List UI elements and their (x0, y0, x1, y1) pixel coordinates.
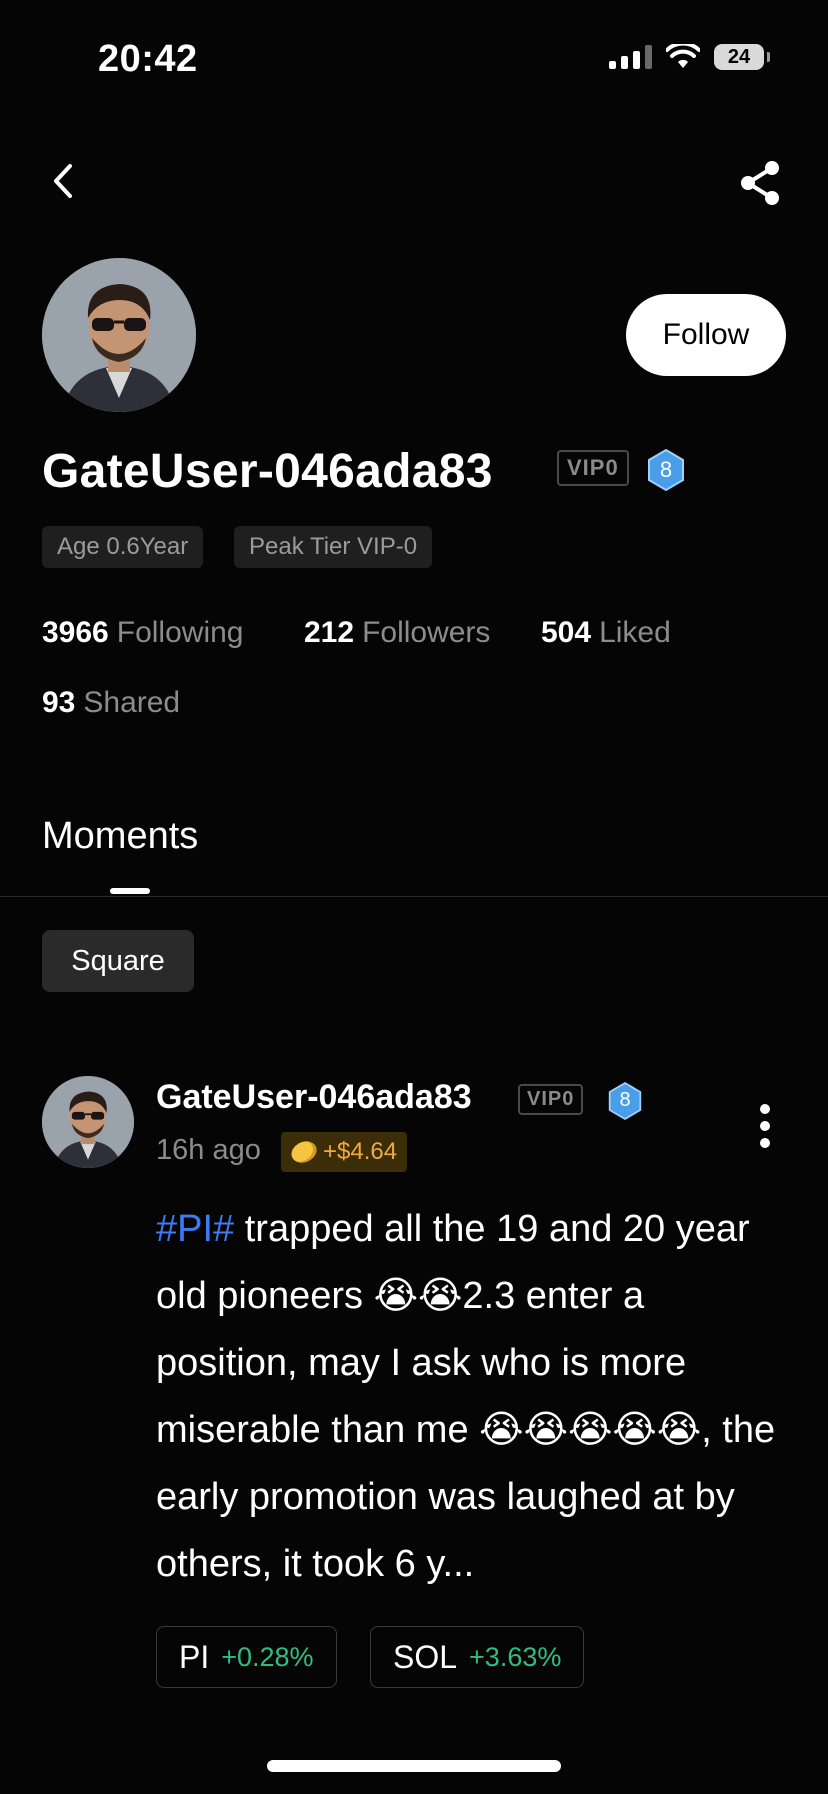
post-time-ago: 16h ago (156, 1134, 261, 1166)
crying-emoji: 😭 (373, 1275, 418, 1317)
shared-label: Shared (83, 686, 181, 719)
post-level-badge: 8 (607, 1081, 643, 1121)
following-stat[interactable]: 3966 Following (42, 616, 243, 650)
post-hashtag[interactable]: #PI# (156, 1208, 234, 1250)
more-options-button[interactable] (760, 1104, 772, 1148)
crying-emoji: 😭 (656, 1409, 702, 1451)
back-button[interactable] (40, 156, 84, 206)
liked-stat: 504 Liked (541, 616, 671, 650)
follow-button[interactable]: Follow (626, 294, 786, 376)
liked-label: Liked (599, 616, 671, 649)
coin-symbol: PI (179, 1638, 210, 1675)
status-time: 20:42 (98, 38, 198, 80)
share-button[interactable] (736, 158, 784, 208)
level-number: 8 (659, 457, 673, 482)
shared-stat: 93 Shared (42, 686, 180, 720)
peak-tier-tag: Peak Tier VIP-0 (234, 526, 433, 568)
post-body-text[interactable]: #PI# trapped all the 19 and 20 year old … (156, 1196, 796, 1598)
home-indicator[interactable] (267, 1760, 561, 1772)
coin-icon (287, 1137, 321, 1167)
chevron-left-icon (54, 164, 72, 198)
post-author-name[interactable]: GateUser-046ada83 (156, 1078, 472, 1117)
wifi-icon (666, 44, 700, 68)
coin-chip-sol[interactable]: SOL +3.63% (370, 1626, 585, 1688)
liked-count: 504 (541, 616, 592, 649)
square-filter-chip[interactable]: Square (42, 930, 194, 992)
tab-moments[interactable]: Moments (42, 815, 198, 858)
following-count: 3966 (42, 616, 109, 649)
more-dot-icon (760, 1121, 770, 1131)
level-badge: 8 (646, 448, 686, 492)
tab-divider (0, 896, 828, 897)
crying-emoji: 😭 (479, 1409, 524, 1451)
status-icons: 24 (609, 44, 770, 70)
post-level-number: 8 (619, 1089, 631, 1111)
profile-username: GateUser-046ada83 (42, 445, 493, 498)
crying-emoji: 😭 (523, 1409, 568, 1451)
post-author-avatar[interactable] (42, 1076, 134, 1168)
avatar (42, 258, 196, 412)
battery-icon: 24 (714, 44, 770, 70)
more-dot-icon (760, 1104, 770, 1114)
coin-change: +0.28% (221, 1641, 314, 1672)
coin-chip-pi[interactable]: PI +0.28% (156, 1626, 337, 1688)
shared-count: 93 (42, 686, 76, 719)
earnings-amount: +$4.64 (323, 1138, 398, 1165)
crying-emoji: 😭 (567, 1409, 613, 1451)
crying-emoji: 😭 (418, 1275, 463, 1317)
age-tag: Age 0.6Year (42, 526, 204, 568)
crying-emoji: 😭 (612, 1409, 657, 1451)
followers-stat[interactable]: 212 Followers (304, 616, 490, 650)
coin-change: +3.63% (469, 1641, 562, 1672)
earnings-badge: +$4.64 (281, 1132, 408, 1172)
tab-active-indicator (110, 888, 150, 894)
more-dot-icon (760, 1138, 770, 1148)
followers-label: Followers (362, 616, 491, 649)
coin-symbol: SOL (393, 1638, 458, 1675)
share-icon (741, 161, 779, 205)
cellular-signal-icon (609, 45, 652, 69)
vip-badge: VIP0 (557, 450, 629, 486)
following-label: Following (116, 616, 244, 649)
post-vip-badge: VIP0 (518, 1084, 584, 1115)
followers-count: 212 (304, 616, 355, 649)
